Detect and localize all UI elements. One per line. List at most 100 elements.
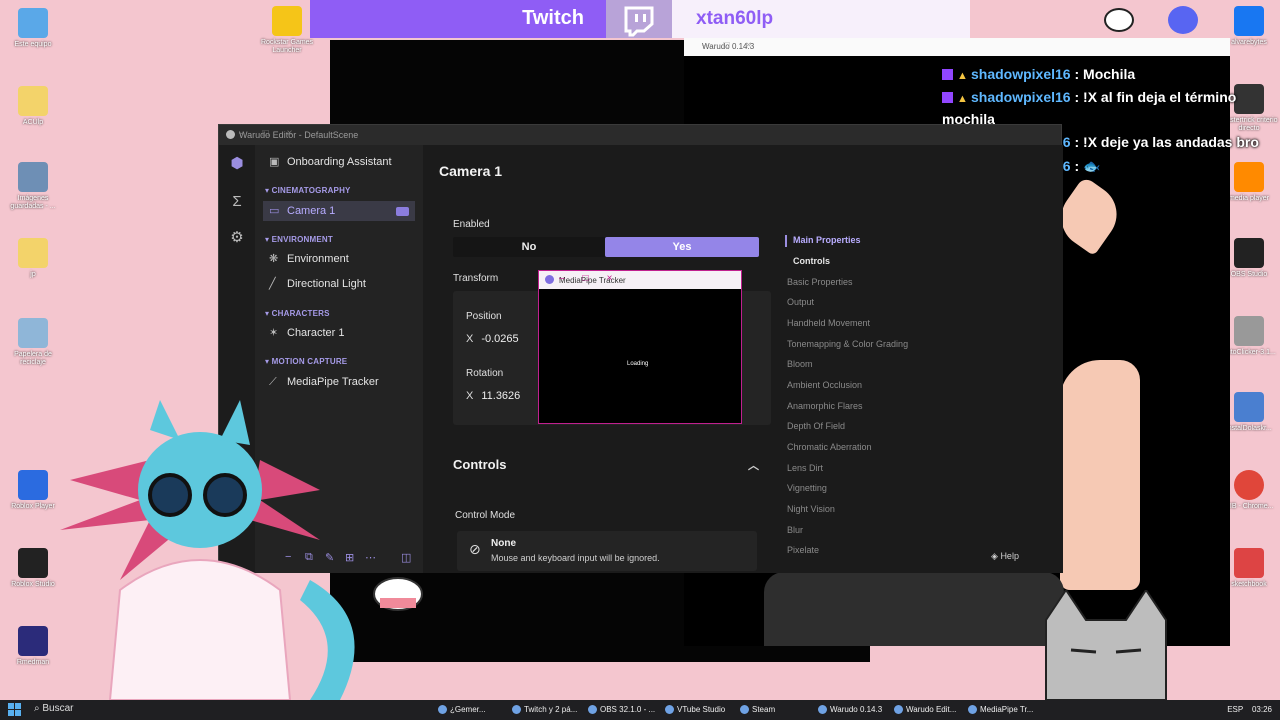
window-controls[interactable]: –□× [559, 273, 731, 284]
loading-text: Loading [627, 361, 649, 367]
desktop-icon-este-equipo[interactable]: Este equipo [2, 8, 64, 49]
avatar-ear [150, 400, 180, 440]
chevron-up-icon[interactable]: ︿ [748, 457, 759, 473]
desktop-icon-label: Roblox Studio [11, 581, 55, 588]
desktop-icon-aculp[interactable]: ACUlp [2, 86, 64, 127]
prop-link[interactable]: Output [787, 297, 814, 307]
r-app-icon [18, 626, 48, 656]
prop-link[interactable]: Bloom [787, 359, 813, 369]
avatar-tail [300, 580, 355, 700]
section-header[interactable]: ▾ MOTION CAPTURE [265, 357, 347, 366]
warudo-titlebar[interactable]: Warudo 0.14.3 –□× [684, 38, 1230, 56]
taskbar-item[interactable]: Steam [740, 700, 775, 720]
section-header[interactable]: ▾ CINEMATOGRAPHY [265, 186, 351, 195]
mediapipe-titlebar[interactable]: MediaPipe Tracker –□× [539, 271, 741, 289]
desktop-icon-imagenes[interactable]: Imágenes guardadas - ... [2, 162, 64, 211]
taskbar-item[interactable]: Warudo 0.14.3 [818, 700, 882, 720]
desktop-icon-papelera[interactable]: Papelera de reciclaje [2, 318, 64, 367]
taskbar-item[interactable]: Warudo Edit... [894, 700, 956, 720]
rotation-x-field[interactable]: X 11.3626 [466, 390, 520, 402]
desktop-icon-roblox-studio[interactable]: Roblox Studio [2, 548, 64, 589]
camera-icon: ▭ [269, 205, 280, 217]
twitch-username: xtan60lp [696, 8, 774, 29]
prop-link[interactable]: Handheld Movement [787, 318, 870, 328]
desktop-icon-jp[interactable]: jp [2, 238, 64, 279]
desktop-icon-label: Imágenes guardadas - ... [10, 195, 56, 210]
tree-item-environment[interactable]: ❋ Environment [263, 249, 415, 269]
windows-start-icon[interactable] [8, 703, 22, 717]
taskbar-search[interactable]: ⌕ Buscar [34, 703, 74, 714]
chat-message: ▲ shadowpixel16 : Mochila [942, 62, 1272, 86]
clock: 03:26 [1251, 705, 1272, 714]
prop-link[interactable]: Pixelate [787, 545, 819, 555]
chat-text: : 🐟 [1074, 158, 1101, 174]
desktop-icon-roblox-player[interactable]: Roblox Player [2, 470, 64, 511]
desktop-icon-label: jp [30, 271, 36, 278]
prop-link[interactable]: Controls [793, 256, 830, 266]
system-tray[interactable]: ESP 03:26 [1227, 700, 1272, 720]
enabled-no-button[interactable]: No [453, 237, 605, 257]
position-x-field[interactable]: X -0.0265 [466, 333, 519, 345]
taskbar-item[interactable]: Twitch y 2 pá... [512, 700, 577, 720]
prop-link[interactable]: Lens Dirt [787, 463, 823, 473]
tree-item-label: MediaPipe Tracker [287, 376, 379, 388]
desktop-icon-rmedman[interactable]: Rmedman [2, 626, 64, 667]
tree-item-mediapipe-tracker[interactable]: ⟋ MediaPipe Tracker [263, 372, 415, 392]
prop-link[interactable]: Tonemapping & Color Grading [787, 339, 908, 349]
cube-icon[interactable]: ⬢ [228, 155, 246, 173]
onboarding-assistant-item[interactable]: ▣ Onboarding Assistant [263, 152, 415, 172]
taskbar-item[interactable]: VTube Studio [665, 700, 725, 720]
section-header-label: CINEMATOGRAPHY [271, 186, 351, 195]
taskbar-item[interactable]: MediaPipe Tr... [968, 700, 1033, 720]
prop-link[interactable]: Basic Properties [787, 277, 853, 287]
chat-username: shadowpixel16 [971, 89, 1071, 105]
prop-link[interactable]: Blur [787, 525, 803, 535]
search-label: Buscar [42, 703, 74, 714]
section-header-label: CHARACTERS [271, 309, 330, 318]
control-mode-selector[interactable]: ⊘ None Mouse and keyboard input will be … [457, 531, 757, 571]
section-header[interactable]: ▾ CHARACTERS [265, 309, 330, 318]
controls-header-label: Controls [453, 457, 507, 472]
prop-link[interactable]: Night Vision [787, 504, 835, 514]
prop-link[interactable]: Anamorphic Flares [787, 401, 863, 411]
folder-icon [18, 86, 48, 116]
desktop-icon-rockstar[interactable]: Rockstar Games Launcher [256, 6, 318, 55]
transform-label[interactable]: Transform [453, 273, 498, 284]
tree-item-character-1[interactable]: ✶ Character 1 [263, 323, 415, 343]
chrome-icon [1234, 470, 1264, 500]
warudo-logo-icon [226, 130, 235, 139]
tree-item-label: Character 1 [287, 327, 345, 339]
help-button[interactable]: ◈ Help [991, 551, 1019, 562]
desktop-icon-label: Papelera de reciclaje [14, 351, 52, 366]
prop-link[interactable]: Vignetting [787, 483, 827, 493]
twitch-wordmark: Twitch [522, 7, 584, 29]
rockstar-icon [272, 6, 302, 36]
taskbar-item[interactable]: OBS 32.1.0 - ... [588, 700, 655, 720]
prop-link[interactable]: Chromatic Aberration [787, 442, 872, 452]
cat-head [1045, 590, 1167, 700]
taskbar-item[interactable]: ¿Gemer... [438, 700, 486, 720]
light-icon: ╱ [269, 278, 276, 290]
chat-bubble-icon[interactable] [1104, 8, 1134, 32]
controls-section-header[interactable]: Controls ︿ [453, 457, 759, 472]
tracker-icon: ⟋ [269, 376, 277, 388]
section-header[interactable]: ▾ ENVIRONMENT [265, 235, 333, 244]
sigma-icon[interactable]: Σ [228, 193, 246, 211]
window-controls[interactable]: –□× [239, 128, 1051, 139]
discord-icon[interactable] [1168, 6, 1198, 34]
enabled-yes-button[interactable]: Yes [605, 237, 759, 257]
plugin-icon[interactable]: ⚙ [228, 229, 246, 247]
panel-icon[interactable]: ◫ [401, 551, 411, 564]
twitch-user-box: xtan60lp [672, 0, 970, 38]
tree-item-label: Environment [287, 253, 349, 265]
desktop-icon-label: ACUlp [22, 119, 44, 126]
prop-link[interactable]: Depth Of Field [787, 421, 845, 431]
tree-item-directional-light[interactable]: ╱ Directional Light [263, 274, 415, 294]
vip-badge-icon: ▲ [957, 70, 968, 82]
window-controls[interactable]: –□× [702, 40, 1224, 51]
tree-item-label: Onboarding Assistant [287, 156, 392, 168]
prop-link[interactable]: Main Properties [793, 235, 861, 245]
tree-item-camera-1[interactable]: ▭ Camera 1 [263, 201, 415, 221]
prop-link[interactable]: Ambient Occlusion [787, 380, 862, 390]
editor-titlebar[interactable]: Warudo Editor - DefaultScene –□× [219, 125, 1061, 145]
